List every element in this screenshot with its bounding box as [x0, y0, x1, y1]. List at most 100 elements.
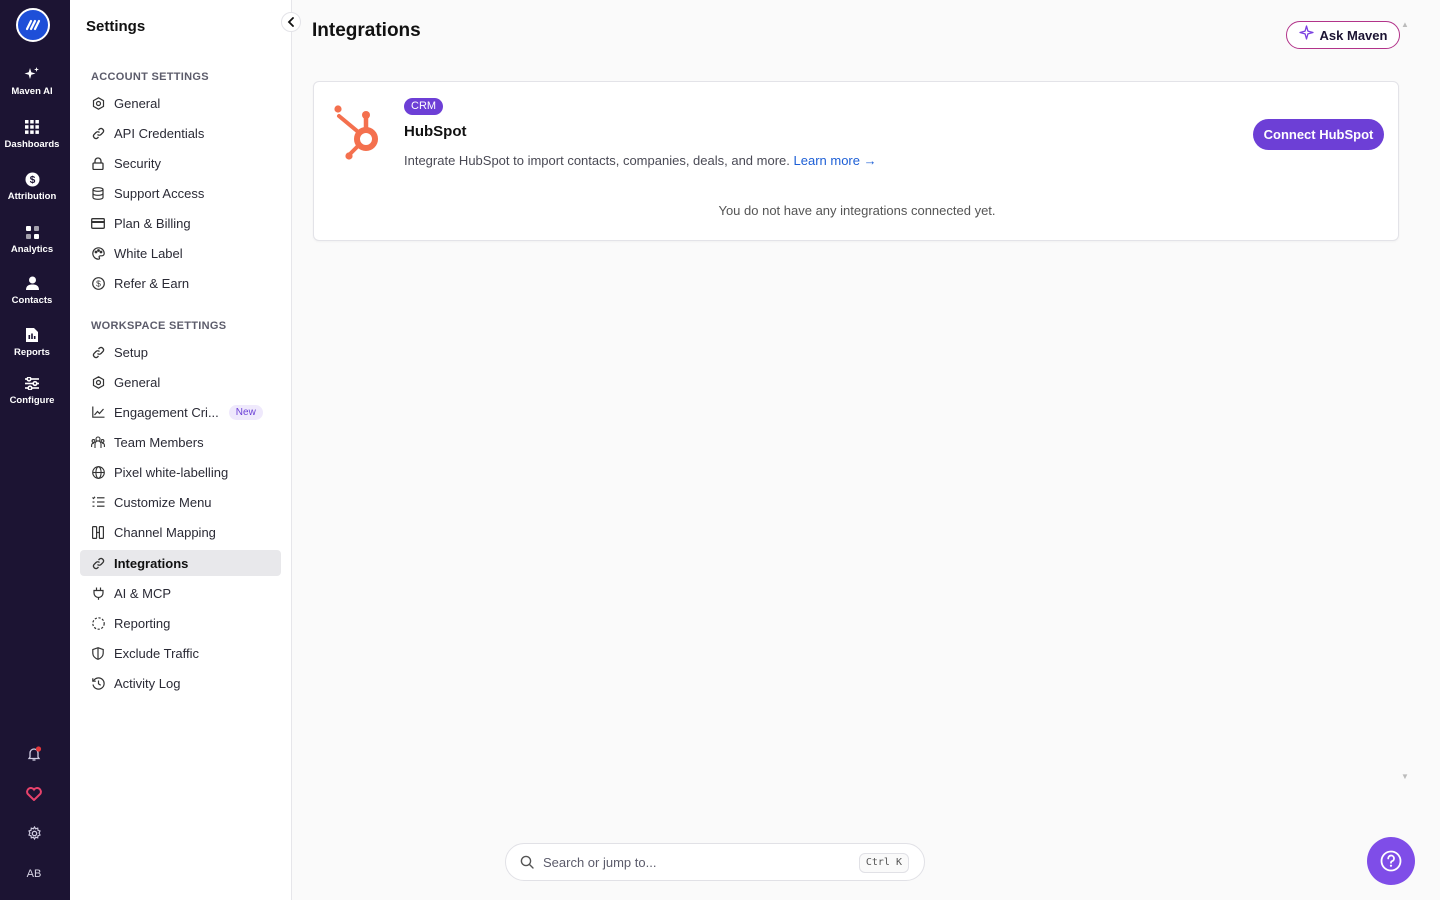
sidebar-item-label: Pixel white-labelling — [114, 464, 229, 480]
rail-item-dashboards[interactable]: Dashboards — [0, 119, 64, 150]
sidebar-item-label: Plan & Billing — [114, 215, 191, 231]
gear-icon[interactable] — [24, 823, 44, 843]
svg-text:$: $ — [29, 175, 35, 186]
dollar-circle-icon: $ — [24, 171, 40, 187]
search-jump-input[interactable]: Search or jump to... Ctrl K — [505, 843, 925, 881]
shield-icon — [91, 646, 105, 660]
link-icon — [91, 345, 105, 359]
sidebar-item-plan-billing[interactable]: Plan & Billing — [80, 210, 281, 236]
link-icon — [91, 126, 105, 140]
link-icon — [91, 556, 105, 570]
globe-icon — [91, 465, 105, 479]
integration-description: Integrate HubSpot to import contacts, co… — [404, 153, 877, 168]
sidebar-item-label: Team Members — [114, 434, 204, 450]
keyboard-shortcut-badge: Ctrl K — [858, 853, 909, 873]
rail-item-configure[interactable]: Configure — [0, 375, 64, 406]
sidebar-item-label: White Label — [114, 245, 183, 261]
sidebar-item-integrations[interactable]: Integrations — [80, 550, 281, 576]
chevron-left-icon — [287, 17, 294, 27]
rail-item-label: Contacts — [11, 295, 53, 306]
collapse-sidebar-button[interactable] — [281, 12, 301, 32]
sidebar-item-label: General — [114, 95, 161, 111]
sidebar-item-label: Refer & Earn — [114, 275, 190, 291]
sidebar-item-reporting[interactable]: Reporting — [80, 610, 281, 636]
credit-card-icon — [91, 216, 105, 230]
sparkle-icon — [1298, 25, 1314, 45]
rail-item-reports[interactable]: Reports — [0, 327, 64, 358]
search-placeholder: Search or jump to... — [543, 854, 657, 870]
rail-item-attribution[interactable]: $ Attribution — [0, 171, 64, 202]
sidebar-item-setup[interactable]: Setup — [80, 339, 281, 365]
sidebar-item-workspace-general[interactable]: General — [80, 369, 281, 395]
database-icon — [91, 186, 105, 200]
empty-integrations-message: You do not have any integrations connect… — [718, 203, 996, 218]
settings-sidebar: Settings ACCOUNT SETTINGS General API Cr… — [70, 0, 301, 900]
rail-item-label: Maven AI — [11, 86, 53, 97]
sidebar-item-label: Setup — [114, 344, 148, 360]
document-icon — [24, 327, 40, 343]
hubspot-integration-card: CRM HubSpot Integrate HubSpot to import … — [313, 81, 1399, 241]
sidebar-item-label: Reporting — [114, 615, 171, 631]
history-icon — [91, 676, 105, 690]
person-icon — [24, 275, 40, 291]
sidebar-item-pixel-white-labelling[interactable]: Pixel white-labelling — [80, 459, 281, 485]
scroll-up-arrow-icon[interactable]: ▲ — [1401, 20, 1409, 29]
rail-item-label: Dashboards — [4, 139, 60, 150]
account-settings-label: ACCOUNT SETTINGS — [91, 71, 209, 83]
sidebar-item-exclude-traffic[interactable]: Exclude Traffic — [80, 640, 281, 666]
sidebar-item-support-access[interactable]: Support Access — [80, 180, 281, 206]
integration-name: HubSpot — [404, 123, 467, 140]
sidebar-item-api-credentials[interactable]: API Credentials — [80, 120, 281, 146]
rail-item-label: Reports — [14, 347, 50, 358]
sidebar-item-refer-earn[interactable]: $ Refer & Earn — [80, 270, 281, 296]
sidebar-item-label: General — [114, 374, 161, 390]
palette-icon — [91, 246, 105, 260]
notifications-bell-icon[interactable] — [24, 744, 44, 764]
sidebar-item-label: Security — [114, 155, 161, 171]
help-button[interactable] — [1367, 837, 1415, 885]
sidebar-item-white-label[interactable]: White Label — [80, 240, 281, 266]
sidebar-item-security[interactable]: Security — [80, 150, 281, 176]
hexagon-gear-icon — [91, 375, 105, 389]
sidebar-item-label: Channel Mapping — [114, 524, 216, 540]
sidebar-item-label: AI & MCP — [114, 585, 172, 601]
lock-icon — [91, 156, 105, 170]
heart-icon[interactable] — [24, 784, 44, 804]
list-check-icon — [91, 495, 105, 509]
sidebar-item-channel-mapping[interactable]: Channel Mapping — [80, 519, 281, 545]
sliders-icon — [24, 375, 40, 391]
hubspot-logo-icon — [332, 104, 384, 162]
columns-icon — [91, 525, 105, 539]
ask-maven-button[interactable]: Ask Maven — [1286, 21, 1400, 49]
sparkles-icon — [24, 66, 40, 82]
sidebar-item-label: Integrations — [114, 555, 189, 571]
svg-text:$: $ — [96, 278, 101, 288]
team-icon — [91, 435, 105, 449]
user-avatar[interactable]: AB — [20, 865, 48, 883]
sidebar-item-account-general[interactable]: General — [80, 90, 281, 116]
analytics-icon — [24, 224, 40, 240]
app-rail: Maven AI Dashboards $ Attribution Analyt… — [0, 0, 70, 900]
rail-item-label: Attribution — [7, 191, 57, 202]
sidebar-title: Settings — [86, 18, 146, 35]
line-chart-icon — [91, 405, 105, 419]
sidebar-item-ai-mcp[interactable]: AI & MCP — [80, 580, 281, 606]
rail-item-maven-ai[interactable]: Maven AI — [0, 66, 64, 97]
learn-more-link[interactable]: Learn more → — [794, 153, 877, 168]
sidebar-item-team-members[interactable]: Team Members — [80, 429, 281, 455]
hexagon-gear-icon — [91, 96, 105, 110]
search-icon — [520, 854, 536, 870]
connect-hubspot-button[interactable]: Connect HubSpot — [1253, 119, 1384, 150]
sidebar-item-engagement-criteria[interactable]: Engagement Cri... New — [80, 399, 281, 425]
plug-icon — [91, 586, 105, 600]
help-question-icon — [1380, 850, 1402, 872]
sidebar-item-label: Support Access — [114, 185, 205, 201]
scroll-down-arrow-icon[interactable]: ▼ — [1401, 772, 1409, 781]
sidebar-item-customize-menu[interactable]: Customize Menu — [80, 489, 281, 515]
rail-item-analytics[interactable]: Analytics — [0, 224, 64, 255]
ask-maven-label: Ask Maven — [1319, 27, 1388, 43]
sidebar-item-activity-log[interactable]: Activity Log — [80, 670, 281, 696]
rail-item-contacts[interactable]: Contacts — [0, 275, 64, 306]
app-logo-icon[interactable] — [16, 8, 50, 42]
page-title: Integrations — [312, 20, 421, 41]
